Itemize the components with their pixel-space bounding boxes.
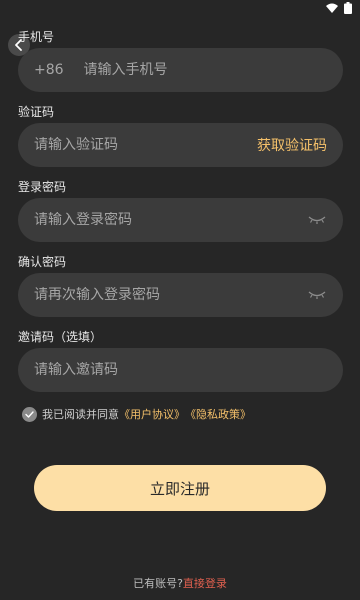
confirm-password-input[interactable] <box>34 287 307 303</box>
agreement-row: 我已阅读并同意 《用户协议》 《隐私政策》 <box>22 406 251 422</box>
agreement-text: 我已阅读并同意 <box>42 408 119 421</box>
get-code-button[interactable]: 获取验证码 <box>257 135 327 155</box>
verification-input[interactable] <box>34 137 257 153</box>
password-field[interactable] <box>18 198 343 242</box>
confirm-password-label: 确认密码 <box>18 255 67 269</box>
phone-input[interactable] <box>83 62 327 78</box>
verification-field[interactable]: 获取验证码 <box>18 123 343 167</box>
verification-label: 验证码 <box>18 105 55 119</box>
footer-row: 已有账号? 直接登录 <box>0 575 360 591</box>
confirm-password-field[interactable] <box>18 273 343 317</box>
login-link[interactable]: 直接登录 <box>183 575 227 591</box>
invite-field[interactable] <box>18 348 343 392</box>
eye-closed-icon[interactable] <box>307 214 327 226</box>
password-label: 登录密码 <box>18 180 67 194</box>
privacy-policy-link[interactable]: 《隐私政策》 <box>185 406 251 422</box>
status-icons <box>326 2 352 14</box>
invite-label: 邀请码（选填） <box>18 330 103 344</box>
check-icon <box>25 410 34 418</box>
register-screen: 手机号 +86 验证码 获取验证码 登录密码 确认密码 邀请码（选填） <box>0 0 360 600</box>
battery-icon <box>344 2 352 14</box>
eye-closed-icon[interactable] <box>307 289 327 301</box>
register-button[interactable]: 立即注册 <box>34 465 326 511</box>
agree-checkbox[interactable] <box>22 406 37 422</box>
phone-label: 手机号 <box>18 30 55 44</box>
status-bar <box>0 0 360 18</box>
password-input[interactable] <box>34 212 307 228</box>
user-agreement-link[interactable]: 《用户协议》 <box>119 406 185 422</box>
wifi-icon <box>326 3 338 13</box>
has-account-text: 已有账号? <box>133 577 183 590</box>
phone-field[interactable]: +86 <box>18 48 343 92</box>
country-code[interactable]: +86 <box>34 62 64 78</box>
invite-input[interactable] <box>34 362 327 378</box>
